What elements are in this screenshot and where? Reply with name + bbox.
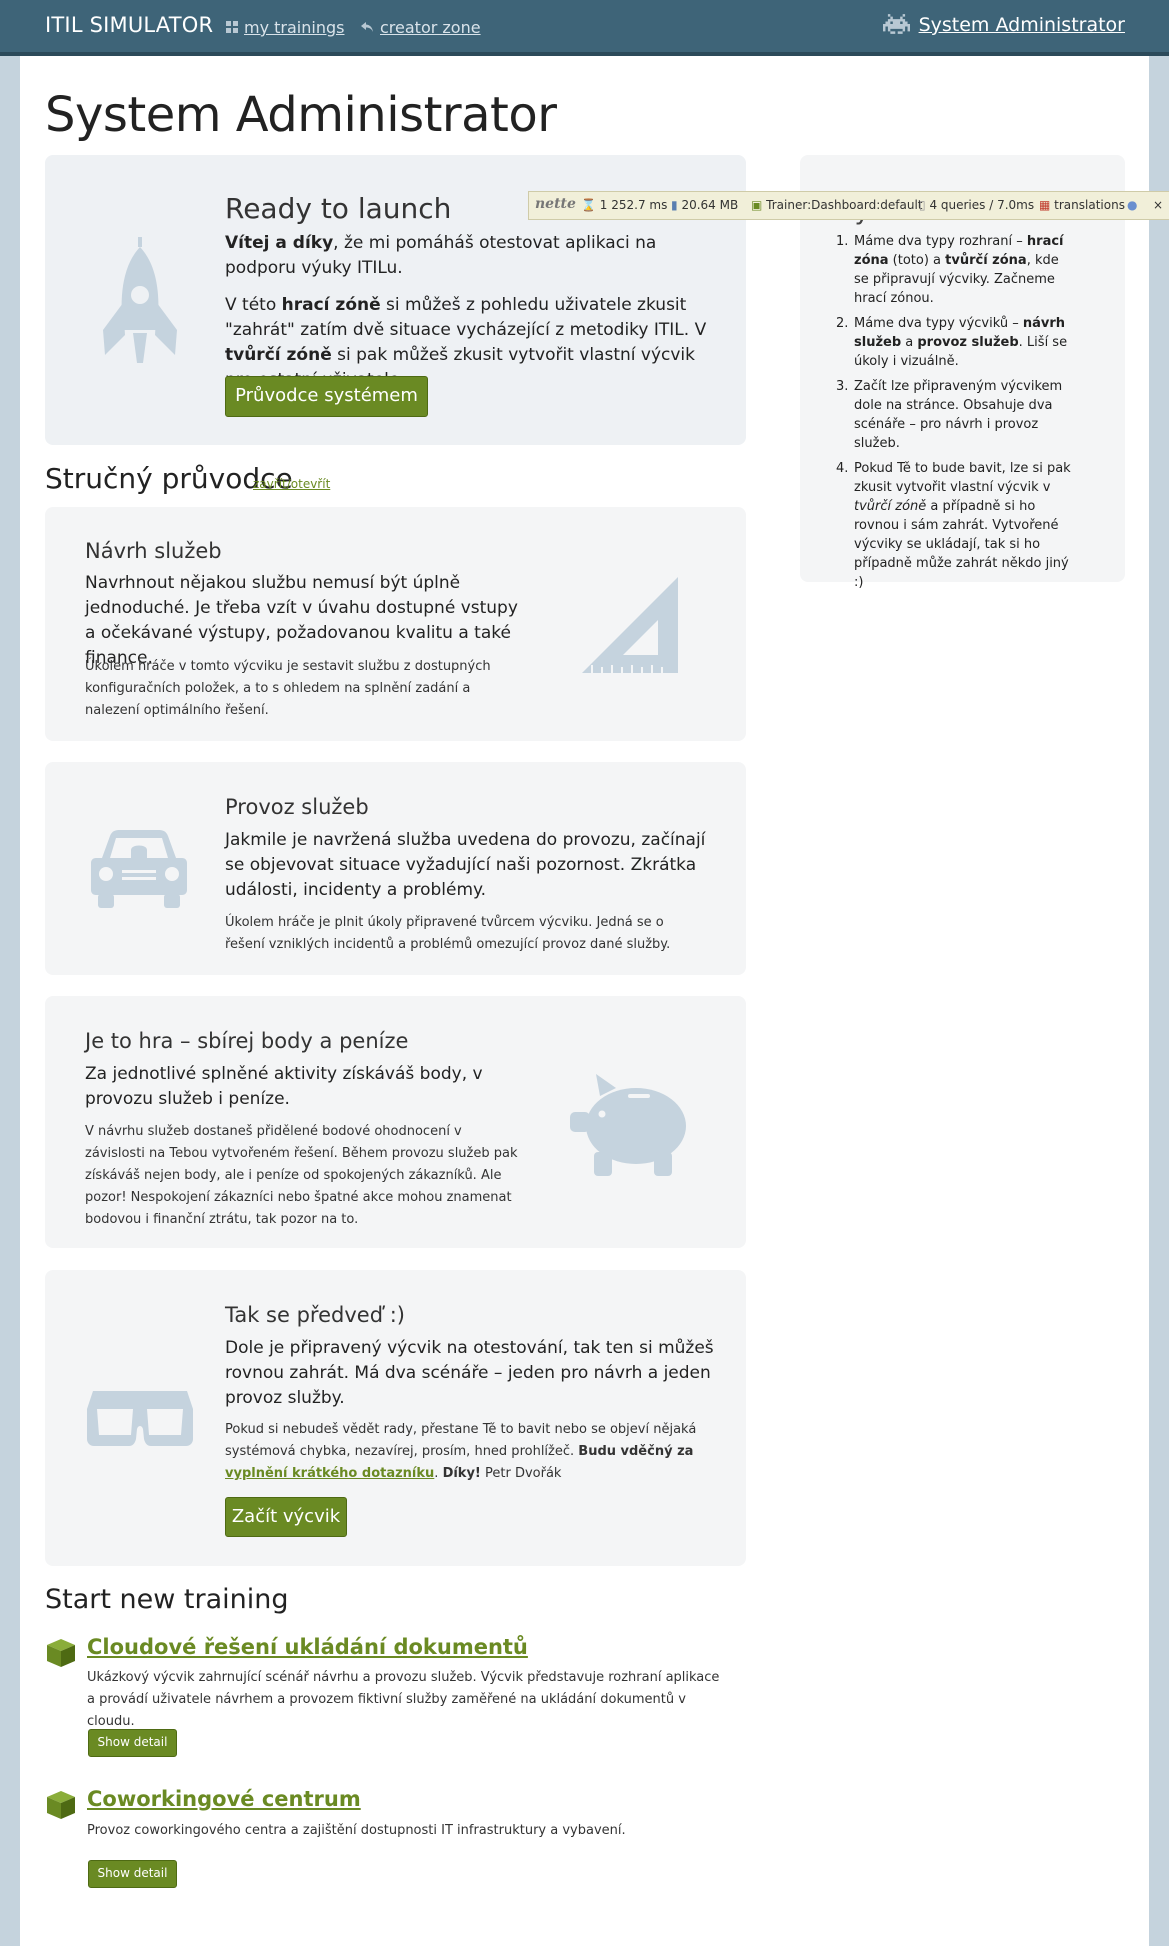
sidebar-item: 1. Máme dva typy rozhraní – hrací zóna (t… [836, 232, 1076, 308]
guide-section-title: Provoz služeb [225, 795, 369, 819]
nav-creator-zone[interactable]: creator zone [361, 18, 481, 37]
nav-user-label: System Administrator [918, 14, 1125, 36]
hourglass-icon: ⌛ [581, 198, 596, 212]
debug-translations-value: translations [1054, 198, 1125, 212]
reply-icon [361, 18, 374, 37]
training-title-link[interactable]: Coworkingové centrum [87, 1787, 361, 1811]
launch-intro-bold: Vítej a díky [225, 233, 334, 253]
item-italic: tvůrčí zóně [854, 499, 927, 514]
questionnaire-link[interactable]: vyplnění krátkého dotazníku [225, 1466, 434, 1481]
sidebar-item: 4. Pokud Tě to bude bavit, lze si pak zku… [836, 459, 1076, 592]
item-text: (toto) a [888, 253, 946, 268]
list-number: 1. [836, 234, 849, 249]
cube-icon [45, 1637, 77, 1669]
sidebar-list: 1. Máme dva typy rozhraní – hrací zóna (t… [836, 232, 1076, 598]
guide-section-title: Tak se předveď :) [225, 1303, 405, 1327]
guide-section-lead: Za jednotlivé splněné aktivity získáváš … [85, 1064, 483, 1109]
space-invader-icon [882, 14, 910, 39]
launch-intro: Vítej a díky, že mi pomáháš otestovat ap… [225, 231, 720, 281]
calendar-icon: ▦ [1039, 198, 1051, 212]
user-icon[interactable]: ● [1127, 198, 1137, 212]
start-training-button[interactable]: Začít výcvik [225, 1497, 347, 1537]
sidebar-item: 2. Máme dva typy výcviků – návrh služeb a… [836, 314, 1076, 371]
debug-presenter-value: Trainer:Dashboard:default [766, 198, 923, 212]
rocket-icon [95, 235, 185, 369]
guide-text-bold: Díky! [442, 1466, 481, 1481]
guide-section-lead: Jakmile je navržená služba uvedena do pr… [225, 830, 706, 900]
nav-user-link[interactable]: System Administrator [882, 14, 1125, 36]
launch-desc-bold: hrací zóně [281, 295, 381, 315]
item-bold: tvůrčí zóna [945, 253, 1027, 268]
item-text: Máme dva typy rozhraní – [854, 234, 1027, 249]
guide-toggle-link[interactable]: zavřít/otevřít [253, 477, 330, 491]
show-detail-button[interactable]: Show detail [88, 1860, 177, 1888]
list-number: 3. [836, 379, 849, 394]
nav-my-trainings-label: my trainings [244, 18, 345, 37]
set-square-icon [580, 575, 680, 679]
trainings-title: Start new training [45, 1584, 289, 1615]
presenter-icon: ▣ [751, 198, 763, 212]
guide-text-part: Petr Dvořák [480, 1466, 562, 1481]
launch-desc-bold: tvůrčí zóně [225, 345, 332, 365]
training-title-link[interactable]: Cloudové řešení ukládání dokumentů [87, 1635, 528, 1659]
item-text: a [901, 335, 918, 350]
debug-queries[interactable]: ▯ 4 queries / 7.0ms [919, 198, 1034, 212]
debug-translations[interactable]: ▦ translations [1039, 198, 1125, 212]
guide-section-title: Návrh služeb [85, 539, 222, 563]
car-icon [90, 828, 188, 914]
guide-section-text: Pokud si nebudeš vědět rady, přestane Tě… [225, 1419, 715, 1485]
page-title: System Administrator [45, 87, 557, 143]
sidebar-item: 3. Začít lze připraveným výcvikem dole na… [836, 377, 1076, 453]
debug-memory[interactable]: ▮ 20.64 MB [671, 198, 738, 212]
system-guide-button[interactable]: Průvodce systémem [225, 376, 428, 417]
training-description: Provoz coworkingového centra a zajištění… [87, 1823, 626, 1838]
debug-time-value: 1 252.7 ms [599, 198, 668, 212]
debug-logo[interactable]: nette [535, 196, 576, 212]
3d-glasses-icon [85, 1389, 195, 1451]
chart-icon: ▮ [671, 198, 678, 212]
guide-section-text: Úkolem hráče je plnit úkoly připravené t… [225, 915, 671, 952]
debug-close-button[interactable]: × [1153, 198, 1163, 212]
debug-bar: nette ⌛ 1 252.7 ms ▮ 20.64 MB ▣ Trainer:… [528, 191, 1169, 220]
item-bold: provoz služeb [917, 335, 1019, 350]
debug-memory-value: 20.64 MB [681, 198, 739, 212]
nav-creator-zone-label: creator zone [380, 18, 481, 37]
grid-icon [226, 18, 238, 37]
cube-icon [45, 1789, 77, 1821]
debug-queries-value: 4 queries / 7.0ms [929, 198, 1035, 212]
item-text: Začít lze připraveným výcvikem dole na s… [854, 379, 1063, 451]
nav-my-trainings[interactable]: my trainings [226, 18, 344, 37]
guide-text-bold: Budu vděčný za [578, 1444, 694, 1459]
guide-section-lead: Dole je připravený výcvik na otestování,… [225, 1338, 714, 1408]
guide-section-title: Je to hra – sbírej body a peníze [85, 1029, 409, 1053]
training-description: Ukázkový výcvik zahrnující scénář návrhu… [87, 1670, 720, 1729]
item-text: Máme dva typy výcviků – [854, 316, 1023, 331]
piggy-bank-icon [570, 1072, 690, 1182]
launch-title: Ready to launch [225, 192, 452, 225]
show-detail-button[interactable]: Show detail [88, 1729, 177, 1757]
launch-desc-part: V této [225, 295, 282, 315]
list-number: 4. [836, 461, 849, 476]
debug-time[interactable]: ⌛ 1 252.7 ms [581, 198, 667, 212]
debug-presenter[interactable]: ▣ Trainer:Dashboard:default [751, 198, 922, 212]
guide-section-text: V návrhu služeb dostaneš přidělené bodov… [85, 1124, 518, 1227]
brand-logo[interactable]: ITIL SIMULATOR [45, 13, 213, 37]
guide-text-part: . [434, 1466, 443, 1481]
database-icon: ▯ [919, 198, 926, 212]
item-text: Pokud Tě to bude bavit, lze si pak zkusi… [854, 461, 1071, 495]
list-number: 2. [836, 316, 849, 331]
guide-section-text: Úkolem hráče v tomto výcviku je sestavit… [85, 659, 491, 718]
